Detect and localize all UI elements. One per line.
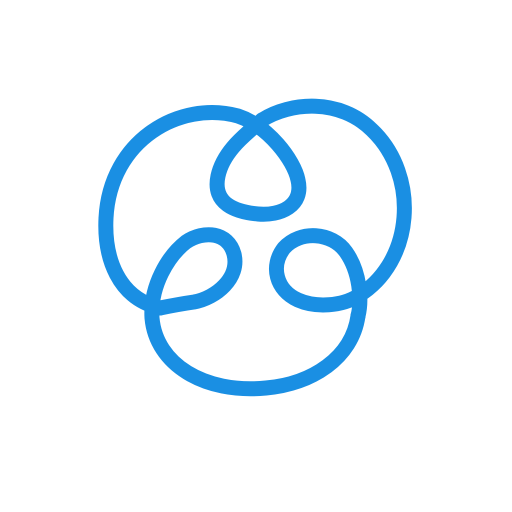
canvas xyxy=(0,0,512,512)
trefoil-knot-icon xyxy=(98,98,412,397)
loop-top-left xyxy=(98,105,307,316)
